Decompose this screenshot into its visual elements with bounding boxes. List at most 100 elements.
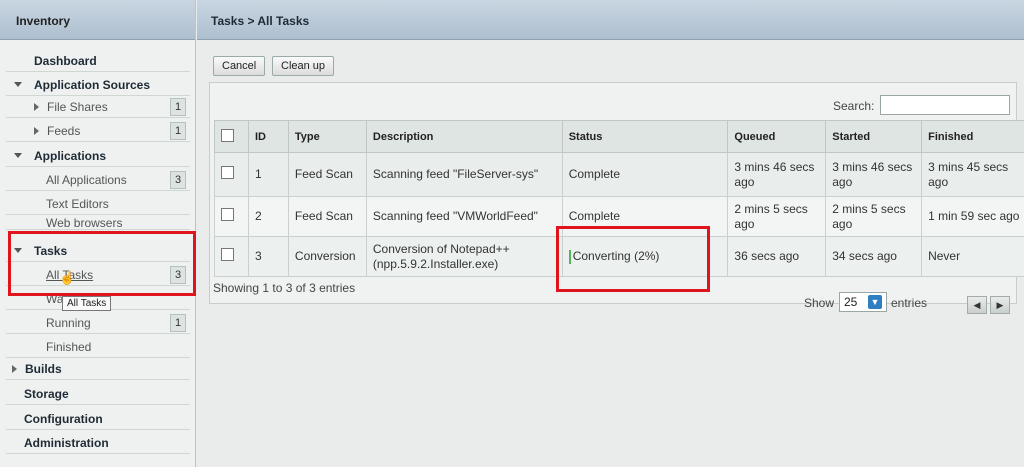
sidebar-item-label: Applications [34, 148, 107, 163]
column-header-finished[interactable]: Finished [921, 120, 1024, 153]
chevron-down-icon [14, 153, 22, 158]
sidebar-title: Inventory [0, 0, 195, 40]
sidebar-item-label: Feeds [47, 123, 81, 138]
tooltip: All Tasks [62, 296, 112, 311]
cell-id: 3 [247, 236, 289, 277]
column-header-type[interactable]: Type [287, 120, 367, 153]
table-row[interactable]: 3 Conversion Conversion of Notepad++ (np… [214, 236, 1024, 277]
sidebar-item-label: Configuration [24, 411, 103, 426]
row-checkbox-cell[interactable] [214, 152, 249, 197]
show-label: Show [804, 296, 835, 310]
chevron-down-icon: ▼ [868, 295, 882, 309]
sidebar-item-running[interactable]: Running 1 [6, 312, 190, 334]
sidebar-item-tasks[interactable]: Tasks [6, 240, 190, 262]
cleanup-button[interactable]: Clean up [272, 56, 335, 76]
table-row[interactable]: 1 Feed Scan Scanning feed "FileServer-sy… [214, 152, 1024, 197]
sidebar: Inventory Dashboard Application Sources … [0, 0, 196, 467]
table-row[interactable]: 2 Feed Scan Scanning feed "VMWorldFeed" … [214, 196, 1024, 237]
sidebar-item-storage[interactable]: Storage [6, 383, 190, 405]
sidebar-item-label: All Tasks [46, 267, 94, 282]
column-header-started[interactable]: Started [825, 120, 923, 153]
count-badge: 3 [170, 265, 186, 284]
cell-finished: Never [921, 236, 1024, 277]
row-checkbox[interactable] [221, 248, 234, 261]
column-header-status[interactable]: Status [561, 120, 729, 153]
select-all-checkbox[interactable] [221, 128, 234, 142]
cell-started: 34 secs ago [825, 236, 923, 277]
sidebar-item-label: Administration [24, 435, 109, 450]
sidebar-item-label: Storage [24, 386, 69, 401]
cell-finished: 3 mins 45 secs ago [921, 152, 1024, 197]
row-checkbox-cell[interactable] [214, 196, 249, 237]
cell-description: Scanning feed "FileServer-sys" [365, 152, 563, 197]
row-checkbox[interactable] [221, 166, 234, 179]
sidebar-item-feeds[interactable]: Feeds 1 [6, 120, 190, 142]
row-checkbox[interactable] [221, 208, 234, 221]
row-checkbox-cell[interactable] [214, 236, 249, 277]
cell-type: Feed Scan [287, 196, 367, 237]
cell-description: Scanning feed "VMWorldFeed" [365, 196, 563, 237]
sidebar-item-dashboard[interactable]: Dashboard [6, 50, 190, 72]
chevron-right-icon [12, 364, 17, 373]
sidebar-item-text-editors[interactable]: Text Editors [6, 193, 190, 215]
cell-queued: 3 mins 46 secs ago [727, 152, 827, 197]
table-header-row: ID Type Description Status Queued Starte… [214, 120, 1024, 153]
cell-id: 2 [247, 196, 289, 237]
sidebar-item-application-sources[interactable]: Application Sources [6, 74, 190, 96]
sidebar-item-label: Running [46, 315, 91, 330]
sidebar-item-administration[interactable]: Administration [6, 432, 190, 454]
tasks-table: ID Type Description Status Queued Starte… [214, 120, 1024, 277]
breadcrumb: Tasks > All Tasks [197, 0, 1024, 40]
chevron-down-icon [14, 82, 22, 87]
sidebar-item-web-browsers[interactable]: Web browsers [6, 216, 190, 230]
sidebar-item-label: All Applications [46, 172, 127, 187]
hand-cursor-icon: ☝ [59, 270, 76, 285]
entries-label: entries [891, 296, 928, 310]
progress-bar [568, 249, 571, 264]
main-content: Tasks > All Tasks Cancel Clean up Search… [197, 0, 1024, 467]
cell-type: Feed Scan [287, 152, 367, 197]
select-all-header[interactable] [214, 120, 249, 153]
tasks-panel: Search: ID Type Description Status Queue… [209, 82, 1024, 304]
cell-status: Converting (2%) [561, 236, 729, 277]
status-text: Converting (2%) [572, 249, 660, 263]
column-header-description[interactable]: Description [365, 120, 563, 153]
sidebar-item-applications[interactable]: Applications [6, 145, 190, 167]
sidebar-item-configuration[interactable]: Configuration [6, 408, 190, 430]
chevron-down-icon [14, 248, 22, 253]
count-badge: 1 [170, 121, 186, 140]
search-input[interactable] [880, 95, 1010, 115]
page-size-select[interactable]: 25 ▼ [839, 292, 887, 312]
count-badge: 3 [170, 170, 186, 189]
cell-description: Conversion of Notepad++ (npp.5.9.2.Insta… [365, 236, 563, 277]
page-size-value: 25 [844, 295, 858, 309]
sidebar-item-builds[interactable]: Builds [6, 358, 190, 380]
sidebar-item-finished[interactable]: Finished [6, 336, 190, 358]
search-label: Search: [833, 99, 875, 113]
table-info: Showing 1 to 3 of 3 entries [213, 281, 356, 295]
cell-queued: 2 mins 5 secs ago [727, 196, 827, 237]
cell-started: 3 mins 46 secs ago [825, 152, 923, 197]
cancel-button[interactable]: Cancel [213, 56, 266, 76]
column-header-queued[interactable]: Queued [727, 120, 827, 153]
cell-id: 1 [247, 152, 289, 197]
chevron-right-icon [34, 126, 39, 135]
chevron-right-icon [34, 102, 39, 111]
cell-finished: 1 min 59 sec ago [921, 196, 1024, 237]
sidebar-item-all-applications[interactable]: All Applications 3 [6, 169, 190, 191]
sidebar-item-all-tasks[interactable]: All Tasks 3 [6, 264, 190, 286]
cell-started: 2 mins 5 secs ago [825, 196, 923, 237]
sidebar-item-label: Builds [25, 361, 62, 376]
sidebar-item-label: Tasks [34, 243, 68, 258]
arrow-right-icon[interactable]: ▶ [990, 296, 1010, 314]
sidebar-item-label: Web browsers [46, 216, 123, 230]
arrow-left-icon[interactable]: ◀ [967, 296, 987, 314]
column-header-id[interactable]: ID [247, 120, 289, 153]
sidebar-item-label: File Shares [47, 99, 108, 114]
sidebar-item-file-shares[interactable]: File Shares 1 [6, 96, 190, 118]
count-badge: 1 [170, 97, 186, 116]
sidebar-item-label: Application Sources [34, 77, 151, 92]
count-badge: 1 [170, 313, 186, 332]
cell-status: Complete [561, 152, 729, 197]
cell-status: Complete [561, 196, 729, 237]
